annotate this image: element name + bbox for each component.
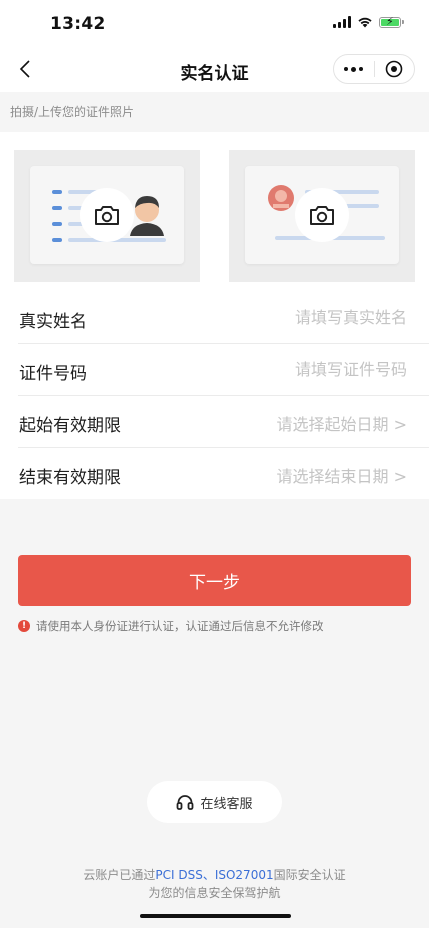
id-card-back-illustration [245, 166, 399, 264]
form-row-start-date[interactable]: 起始有效期限 请选择起始日期 > [18, 396, 429, 448]
start-date-label: 起始有效期限 [19, 416, 121, 436]
id-card-front-upload[interactable] [14, 150, 200, 282]
nav-bar: 实名认证 [0, 46, 429, 92]
camera-button-back[interactable] [295, 188, 349, 242]
form-row-name: 真实姓名 [18, 292, 429, 344]
online-support-label: 在线客服 [200, 796, 253, 812]
form-row-end-date[interactable]: 结束有效期限 请选择结束日期 > [18, 448, 429, 499]
close-button[interactable] [375, 55, 415, 83]
home-indicator [140, 914, 291, 918]
id-number-input[interactable] [227, 356, 407, 382]
footer-suffix: 国际安全认证 [273, 868, 346, 882]
online-support-button[interactable]: 在线客服 [147, 781, 282, 823]
verification-notice: ! 请使用本人身份证进行认证，认证通过后信息不允许修改 [18, 618, 324, 634]
start-date-picker[interactable]: 请选择起始日期 > [277, 411, 408, 435]
status-icons: ⚡ [333, 15, 404, 28]
upload-hint: 拍摄/上传您的证件照片 [10, 105, 135, 119]
footer-line-2: 为您的信息安全保驾护航 [148, 886, 281, 900]
id-card-back-upload[interactable] [229, 150, 415, 282]
notice-text: 请使用本人身份证进行认证，认证通过后信息不允许修改 [36, 619, 324, 633]
camera-button-front[interactable] [80, 188, 134, 242]
form-row-id: 证件号码 [18, 344, 429, 396]
certification-link[interactable]: PCI DSS、ISO27001 [155, 868, 273, 882]
name-label: 真实姓名 [19, 312, 87, 332]
identity-form: 真实姓名 证件号码 起始有效期限 请选择起始日期 > 结束有效期限 请选择结束日… [0, 292, 429, 499]
status-bar: 13:42 ⚡ [0, 0, 429, 46]
end-date-label: 结束有效期限 [19, 468, 121, 488]
signal-icon [333, 16, 351, 28]
name-input[interactable] [227, 304, 407, 330]
target-circle-icon [385, 60, 403, 78]
id-card-front-illustration [30, 166, 184, 264]
more-button[interactable] [334, 55, 374, 83]
security-footer: 云账户已通过PCI DSS、ISO27001国际安全认证 为您的信息安全保驾护航 [0, 866, 429, 902]
upload-area [0, 132, 429, 292]
id-number-label: 证件号码 [19, 364, 87, 384]
wifi-icon [358, 17, 372, 28]
camera-icon [95, 206, 119, 225]
footer-line-1: 云账户已通过PCI DSS、ISO27001国际安全认证 [0, 866, 429, 884]
mini-program-capsule [333, 54, 415, 84]
more-dots-icon [344, 66, 364, 72]
end-date-picker[interactable]: 请选择结束日期 > [277, 463, 408, 487]
battery-icon: ⚡ [379, 15, 404, 28]
warning-icon: ! [18, 620, 30, 632]
status-time: 13:42 [50, 14, 106, 34]
headset-icon [177, 795, 194, 810]
next-button[interactable]: 下一步 [18, 555, 411, 606]
camera-icon [310, 206, 334, 225]
footer-prefix: 云账户已通过 [83, 868, 156, 882]
